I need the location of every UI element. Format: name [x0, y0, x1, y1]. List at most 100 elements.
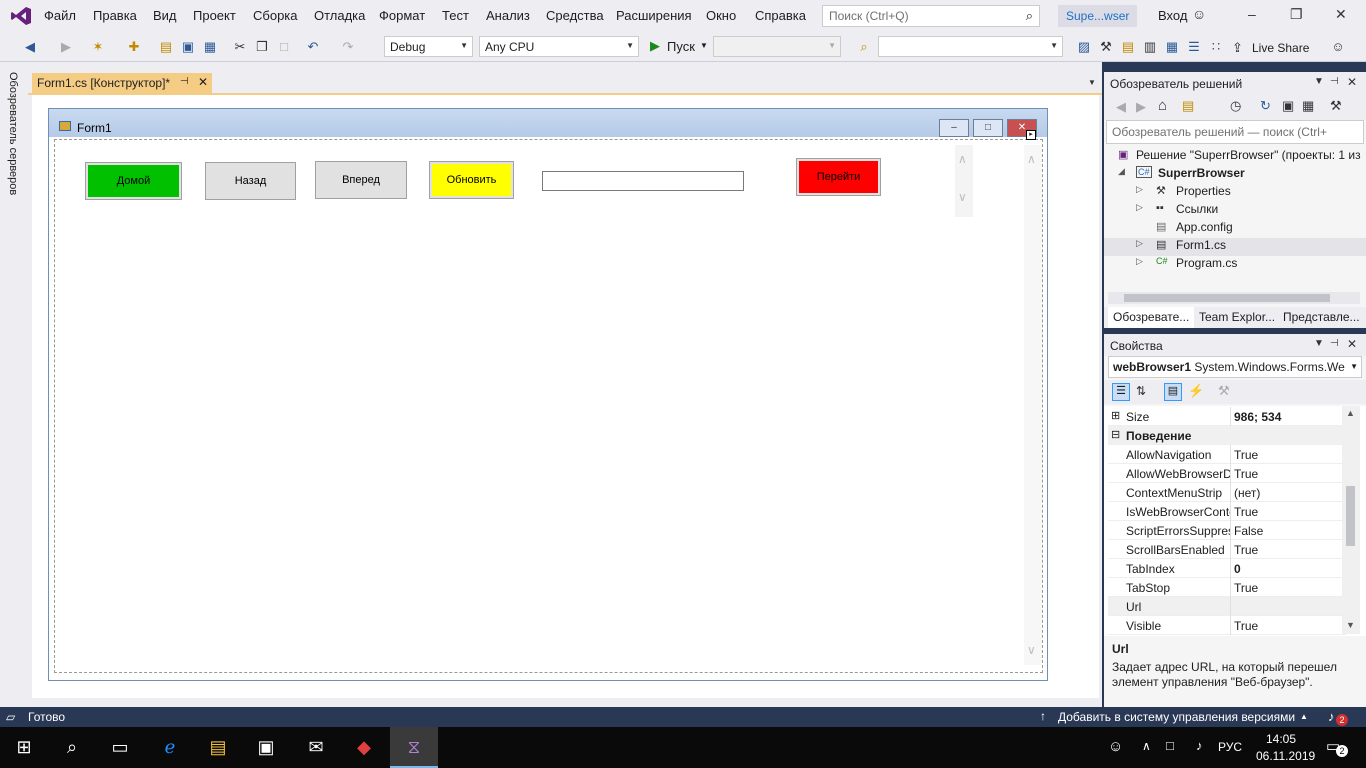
layout-icon[interactable]: ▨: [1076, 39, 1092, 55]
collapse-icon[interactable]: ⊟: [1111, 428, 1120, 441]
tab-list-chevron-icon[interactable]: ▼: [1088, 78, 1096, 87]
cut-icon[interactable]: ✂: [232, 39, 248, 55]
property-value[interactable]: 0: [1234, 562, 1241, 576]
redo-icon[interactable]: ↷: [340, 39, 356, 55]
pin-icon[interactable]: ⊣: [1330, 338, 1339, 349]
debug-target-select[interactable]: ▼: [713, 36, 841, 57]
property-value[interactable]: True: [1234, 619, 1258, 633]
address-input[interactable]: [542, 171, 744, 191]
property-value[interactable]: True: [1234, 448, 1258, 462]
scroll-down-icon[interactable]: ∨: [1027, 643, 1036, 657]
scroll-up-icon[interactable]: ▲: [1346, 408, 1355, 418]
menu-analyze[interactable]: Анализ: [486, 8, 530, 23]
tab-form1-designer[interactable]: Form1.cs [Конструктор]* ⊣ ✕: [32, 73, 212, 93]
paste-icon[interactable]: □: [276, 39, 292, 55]
property-row[interactable]: ScrollBarsEnabled True: [1108, 540, 1346, 559]
property-row[interactable]: ⊟ Поведение: [1108, 426, 1346, 445]
find-combo[interactable]: ▼: [878, 36, 1063, 57]
undo-icon[interactable]: ↶: [305, 39, 321, 55]
back-nav-icon[interactable]: ◀: [22, 39, 38, 55]
add-item-icon[interactable]: ✚: [126, 39, 142, 55]
user-icon[interactable]: ☺: [1192, 6, 1206, 22]
menu-test[interactable]: Тест: [442, 8, 469, 23]
alphabetical-icon[interactable]: ⇅: [1136, 384, 1146, 398]
scroll-up-icon[interactable]: ∧: [1027, 152, 1036, 166]
menu-window[interactable]: Окно: [706, 8, 736, 23]
tab-solution-explorer[interactable]: Обозревате...: [1108, 307, 1194, 328]
wrench-icon[interactable]: ⚒: [1098, 39, 1114, 55]
property-value[interactable]: (нет): [1234, 486, 1260, 500]
edge-browser-icon[interactable]: ℯ: [146, 727, 194, 768]
clock-time[interactable]: 14:05: [1266, 732, 1296, 746]
minimize-icon[interactable]: –: [1248, 6, 1256, 22]
scroll-thumb[interactable]: [1346, 486, 1355, 546]
menu-help[interactable]: Справка: [755, 8, 806, 23]
events-icon[interactable]: ⚡: [1188, 383, 1204, 399]
feedback-icon[interactable]: ☺: [1330, 39, 1346, 55]
up-arrow-icon[interactable]: ↑: [1040, 709, 1046, 723]
properties-icon[interactable]: ⚒: [1330, 98, 1342, 114]
refresh-button[interactable]: Обновить: [429, 161, 514, 199]
live-share-button[interactable]: Live Share: [1252, 41, 1309, 55]
forward-icon[interactable]: ▶: [1136, 99, 1146, 115]
back-button[interactable]: Назад: [205, 162, 296, 200]
save-all-icon[interactable]: ▦: [202, 39, 218, 55]
solution-title[interactable]: Supe...wser: [1058, 5, 1138, 27]
property-row[interactable]: Visible True: [1108, 616, 1346, 635]
property-row[interactable]: IsWebBrowserConte True: [1108, 502, 1346, 521]
network-icon[interactable]: □: [1166, 738, 1174, 753]
menu-build[interactable]: Сборка: [253, 8, 298, 23]
mail-icon[interactable]: ✉: [292, 727, 340, 768]
scroll-down-icon[interactable]: ▼: [1346, 620, 1355, 630]
home-button[interactable]: Домой: [85, 162, 182, 200]
search-icon[interactable]: ⌕: [48, 727, 96, 768]
start-menu-icon[interactable]: ⊞: [0, 727, 48, 768]
go-button[interactable]: Перейти: [796, 158, 881, 196]
menu-extensions[interactable]: Расширения: [616, 8, 692, 23]
forward-button[interactable]: Вперед: [315, 161, 407, 199]
properties-view-icon[interactable]: ▤: [1164, 383, 1182, 401]
property-row[interactable]: AllowWebBrowserD True: [1108, 464, 1346, 483]
property-row[interactable]: TabIndex 0: [1108, 559, 1346, 578]
start-button[interactable]: Пуск: [667, 39, 695, 54]
refresh-icon[interactable]: ↻: [1260, 98, 1271, 114]
property-row[interactable]: ScriptErrorsSuppres False: [1108, 521, 1346, 540]
tray-chevron-icon[interactable]: ∧: [1142, 739, 1151, 753]
toolbox-icon[interactable]: ▤: [1120, 39, 1136, 55]
sign-in-link[interactable]: Вход: [1158, 8, 1187, 23]
tree-item-program[interactable]: ▷ C# Program.cs: [1108, 256, 1358, 274]
property-value[interactable]: False: [1234, 524, 1263, 538]
menu-view[interactable]: Вид: [153, 8, 177, 23]
server-explorer-label[interactable]: Обозреватель серверов: [7, 72, 19, 195]
solution-search-input[interactable]: Обозреватель решений — поиск (Ctrl+: [1106, 120, 1364, 144]
property-value[interactable]: True: [1234, 581, 1258, 595]
new-project-icon[interactable]: ✶: [90, 39, 106, 55]
property-value[interactable]: True: [1234, 505, 1258, 519]
task-view-icon[interactable]: ▭: [96, 727, 144, 768]
clock-date[interactable]: 06.11.2019: [1256, 749, 1315, 763]
file-explorer-icon[interactable]: ▤: [194, 727, 242, 768]
property-row[interactable]: ⊞ Size 986; 534: [1108, 407, 1346, 426]
property-row[interactable]: TabStop True: [1108, 578, 1346, 597]
start-icon[interactable]: ▶: [650, 38, 660, 54]
menu-file[interactable]: Файл: [44, 8, 76, 23]
object-selector[interactable]: webBrowser1 System.Windows.Forms.We ▼: [1108, 356, 1362, 378]
tree-solution-row[interactable]: ▣ Решение "SuperrBrowser" (проекты: 1 из: [1108, 148, 1361, 166]
scroll-thumb[interactable]: [1124, 294, 1330, 302]
configuration-select[interactable]: Debug ▼: [384, 36, 473, 57]
grid-icon[interactable]: ▦: [1164, 39, 1180, 55]
tree-project-row[interactable]: ◢ C# SuperrBrowser: [1108, 166, 1358, 184]
menu-debug[interactable]: Отладка: [314, 8, 365, 23]
tree-item-appconfig[interactable]: ▤ App.config: [1108, 220, 1358, 238]
people-icon[interactable]: ☺: [1108, 738, 1123, 755]
quick-search-input[interactable]: Поиск (Ctrl+Q) ⌕: [822, 5, 1040, 27]
webbrowser-control[interactable]: [54, 139, 1043, 673]
chevron-down-icon[interactable]: ▼: [1314, 338, 1324, 349]
collapsed-arrow-icon[interactable]: ▷: [1136, 202, 1143, 213]
property-value[interactable]: 986; 534: [1234, 410, 1281, 424]
save-icon[interactable]: ▣: [180, 39, 196, 55]
forward-nav-icon[interactable]: ▶: [58, 39, 74, 55]
restore-icon[interactable]: ❐: [1290, 6, 1303, 23]
menu-format[interactable]: Формат: [379, 8, 425, 23]
property-row[interactable]: Url: [1108, 597, 1346, 616]
